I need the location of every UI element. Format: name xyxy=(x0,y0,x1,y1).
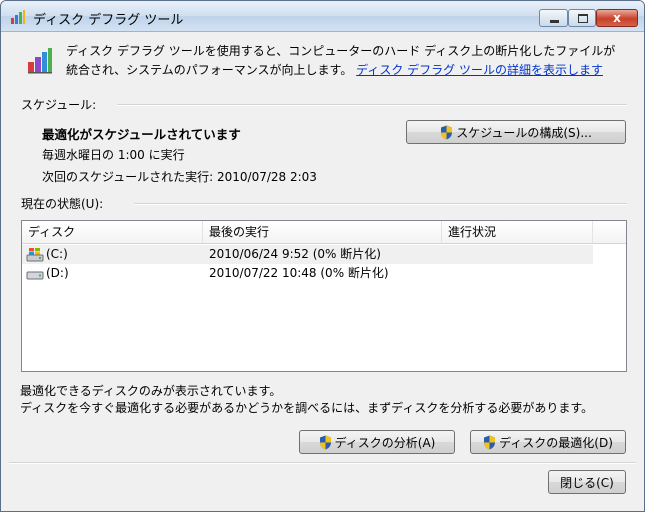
window-title: ディスク デフラグ ツール xyxy=(33,13,184,28)
configure-schedule-label: スケジュールの構成(S)... xyxy=(456,125,592,140)
configure-schedule-button[interactable]: スケジュールの構成(S)... xyxy=(406,120,626,144)
column-header-progress[interactable]: 進行状況 xyxy=(442,221,593,243)
schedule-frequency: 毎週水曜日の 1:00 に実行 xyxy=(42,148,185,162)
schedule-status: 最適化がスケジュールされています xyxy=(42,127,241,142)
schedule-divider xyxy=(117,104,627,106)
current-state-divider xyxy=(134,203,627,205)
close-button[interactable]: 閉じる(C) xyxy=(548,470,626,494)
system-drive-icon xyxy=(26,248,44,262)
disk-name: (D:) xyxy=(46,266,69,280)
defragment-disk-label: ディスクの最適化(D) xyxy=(499,435,613,450)
schedule-next-run: 次回のスケジュールされた実行: 2010/07/28 2:03 xyxy=(42,170,317,184)
maximize-button[interactable] xyxy=(568,9,596,27)
hard-drive-icon xyxy=(26,271,44,280)
disk-last-run: 2010/06/24 9:52 (0% 断片化) xyxy=(209,247,381,261)
defrag-app-icon xyxy=(11,10,25,24)
uac-shield-icon xyxy=(319,435,331,449)
column-header-last-run[interactable]: 最後の実行 xyxy=(203,221,442,243)
description-text: ディスク デフラグ ツールを使用すると、コンピューターのハード ディスク上の断片… xyxy=(66,42,626,80)
disk-name: (C:) xyxy=(46,247,68,261)
column-header-disk[interactable]: ディスク xyxy=(22,221,203,243)
details-link[interactable]: ディスク デフラグ ツールの詳細を表示します xyxy=(356,63,603,77)
uac-shield-icon xyxy=(441,125,453,139)
dialog-content: ディスク デフラグ ツールを使用すると、コンピューターのハード ディスク上の断片… xyxy=(9,32,636,502)
close-icon: x xyxy=(613,11,621,25)
disk-row-d[interactable]: (D:) 2010/07/22 10:48 (0% 断片化) xyxy=(22,264,593,283)
minimize-button[interactable] xyxy=(539,9,568,27)
analyze-disk-label: ディスクの分析(A) xyxy=(334,435,436,450)
defrag-window: ディスク デフラグ ツール x ディスク デフラグ ツールを使用すると、コンピュ… xyxy=(0,0,645,512)
close-button-label: 閉じる(C) xyxy=(560,475,614,490)
disk-list-header: ディスク 最後の実行 進行状況 xyxy=(22,221,626,244)
schedule-section-label: スケジュール: xyxy=(21,98,97,112)
defrag-large-icon xyxy=(28,48,52,74)
eligible-disks-note: 最適化できるディスクのみが表示されています。 xyxy=(20,384,282,398)
disk-row-c[interactable]: (C:) 2010/06/24 9:52 (0% 断片化) xyxy=(22,245,593,264)
uac-shield-icon xyxy=(484,435,496,449)
disk-last-run: 2010/07/22 10:48 (0% 断片化) xyxy=(209,266,389,280)
close-window-button[interactable]: x xyxy=(596,9,638,27)
disk-list[interactable]: ディスク 最後の実行 進行状況 (C:) 2010/06/24 9:52 (0%… xyxy=(21,220,627,372)
footer-divider xyxy=(9,462,636,464)
defragment-disk-button[interactable]: ディスクの最適化(D) xyxy=(470,430,626,454)
title-bar[interactable]: ディスク デフラグ ツール x xyxy=(1,1,644,32)
current-state-label: 現在の状態(U): xyxy=(21,197,104,211)
analyze-advice-note: ディスクを今すぐ最適化する必要があるかどうかを調べるには、まずディスクを分析する… xyxy=(20,401,594,415)
analyze-disk-button[interactable]: ディスクの分析(A) xyxy=(299,430,455,454)
